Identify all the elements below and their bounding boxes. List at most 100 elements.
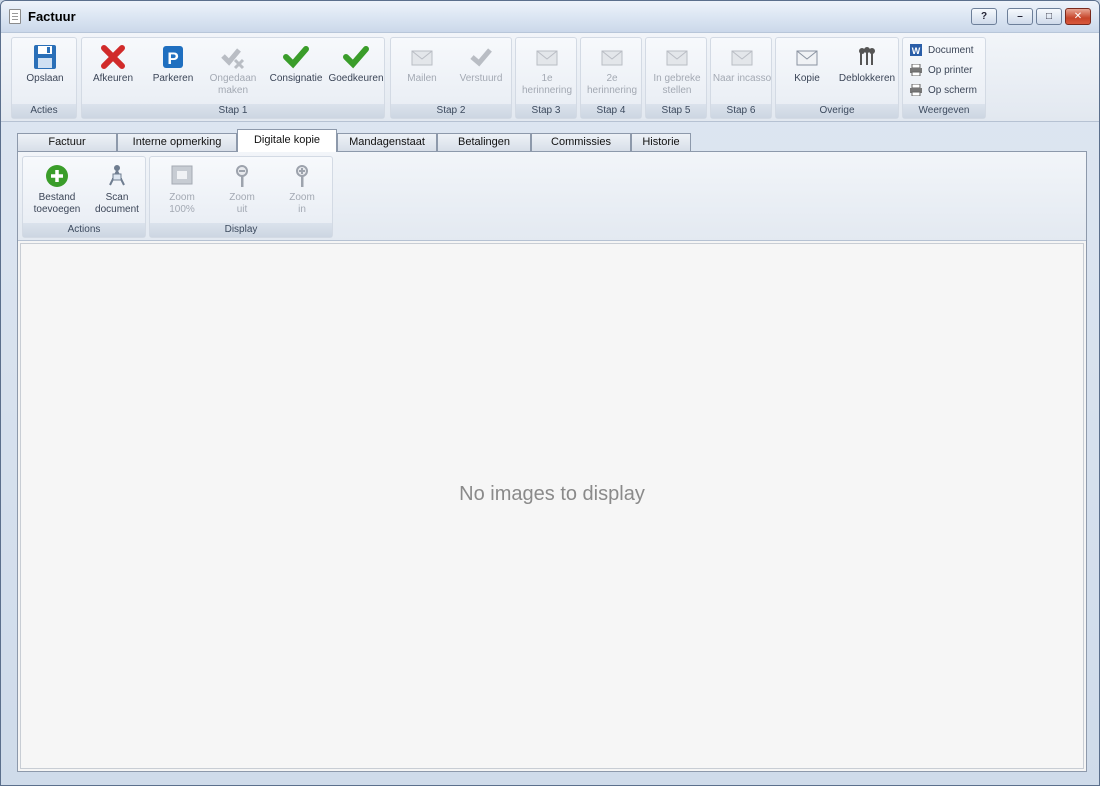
parking-icon: P (159, 44, 187, 70)
title-bar: Factuur ? – □ ✕ (1, 1, 1099, 33)
ribbon-group-acties: Opslaan Acties (11, 37, 77, 119)
add-file-button[interactable]: Bestand toevoegen (27, 161, 87, 216)
group-label-stap-4: Stap 4 (581, 104, 641, 118)
reject-label: Afkeuren (92, 73, 134, 84)
printer-icon (909, 83, 923, 97)
group-label-acties: Acties (12, 104, 76, 118)
help-button[interactable]: ? (971, 8, 997, 25)
default-notice-button[interactable]: In gebreke stellen (648, 42, 706, 97)
sent-button[interactable]: Verstuurd (453, 42, 509, 85)
zoom-out-label-2: uit (236, 204, 248, 215)
svg-text:P: P (167, 49, 178, 68)
undo-label-2: maken (217, 85, 248, 96)
tab-content-digitale-kopie: Bestand toevoegen Scan document Actions (17, 151, 1087, 772)
copy-label: Kopie (794, 73, 820, 84)
group-label-stap-5: Stap 5 (646, 104, 706, 118)
document-button[interactable]: W Document (909, 44, 974, 58)
consignment-label: Consignatie (269, 73, 323, 84)
scan-document-button[interactable]: Scan document (89, 161, 145, 216)
ribbon-group-stap-4: 2e herinnering Stap 4 (580, 37, 642, 119)
print-button[interactable]: Op printer (909, 63, 972, 78)
zoom-in-label-2: in (298, 204, 306, 215)
ribbon-group-stap-3: 1e herinnering Stap 3 (515, 37, 577, 119)
image-viewer[interactable]: No images to display (20, 243, 1084, 769)
word-document-icon: W (909, 44, 923, 57)
zoom-fit-icon (168, 163, 196, 189)
tab-betalingen[interactable]: Betalingen (437, 133, 531, 151)
save-label: Opslaan (26, 73, 64, 84)
save-button[interactable]: Opslaan (20, 42, 70, 85)
zoom-out-label-1: Zoom (229, 192, 255, 203)
zoom-out-button[interactable]: Zoom uit (214, 161, 270, 216)
invoice-window: Factuur ? – □ ✕ Opslaan Acties Afkeuren (0, 0, 1100, 786)
second-reminder-label-1: 2e (606, 73, 618, 84)
first-reminder-label-2: herinnering (521, 85, 573, 96)
park-label: Parkeren (152, 73, 194, 84)
zoom-100-label-2: 100% (169, 204, 195, 215)
sent-label: Verstuurd (459, 73, 503, 84)
collection-label: Naar incasso (712, 73, 772, 84)
mail-label: Mailen (407, 73, 437, 84)
tab-interne-opmerking[interactable]: Interne opmerking (117, 133, 237, 151)
tab-mandagenstaat[interactable]: Mandagenstaat (337, 133, 437, 151)
group-label-actions: Actions (23, 223, 145, 237)
copy-button[interactable]: Kopie (782, 42, 832, 85)
undo-button[interactable]: Ongedaan maken (206, 42, 260, 97)
toolbar-group-display: Zoom 100% Zoom uit Zoom in Display (149, 156, 333, 238)
tab-commissies[interactable]: Commissies (531, 133, 631, 151)
second-reminder-label-2: herinnering (586, 85, 638, 96)
toolbar-group-actions: Bestand toevoegen Scan document Actions (22, 156, 146, 238)
screen-preview-button[interactable]: Op scherm (909, 83, 977, 98)
ribbon-group-stap-1: Afkeuren P Parkeren Ongedaan maken Consi (81, 37, 385, 119)
group-label-stap-2: Stap 2 (391, 104, 511, 118)
zoom-100-label-1: Zoom (169, 192, 195, 203)
undo-check-icon (219, 44, 247, 70)
group-label-weergeven: Weergeven (903, 104, 985, 118)
park-button[interactable]: P Parkeren (148, 42, 198, 85)
envelope-icon (663, 44, 691, 70)
zoom-100-button[interactable]: Zoom 100% (154, 161, 210, 216)
maximize-button[interactable]: □ (1036, 8, 1062, 25)
tab-historie[interactable]: Historie (631, 133, 691, 151)
envelope-icon (533, 44, 561, 70)
scanner-icon (103, 163, 131, 189)
screen-preview-label: Op scherm (928, 85, 977, 96)
collection-button[interactable]: Naar incasso (712, 42, 772, 85)
unblock-button[interactable]: Deblokkeren (836, 42, 898, 85)
unblock-label: Deblokkeren (838, 73, 896, 84)
first-reminder-button[interactable]: 1e herinnering (518, 42, 576, 97)
scan-label-1: Scan (105, 192, 129, 203)
close-button[interactable]: ✕ (1065, 8, 1091, 25)
keys-icon (853, 44, 881, 70)
red-cross-icon (99, 44, 127, 70)
green-check-icon (282, 44, 310, 70)
tab-digitale-kopie[interactable]: Digitale kopie (237, 129, 337, 152)
ribbon-group-overige: Kopie Deblokkeren Overige (775, 37, 899, 119)
default-notice-label-1: In gebreke (653, 73, 701, 84)
mail-button[interactable]: Mailen (397, 42, 447, 85)
add-file-label-2: toevoegen (33, 204, 81, 215)
reject-button[interactable]: Afkeuren (88, 42, 138, 85)
approve-button[interactable]: Goedkeuren (328, 42, 384, 85)
default-notice-label-2: stellen (662, 85, 692, 96)
ribbon-group-weergeven: W Document Op printer Op scherm Weergeve… (902, 37, 986, 119)
tab-factuur[interactable]: Factuur (17, 133, 117, 151)
zoom-in-button[interactable]: Zoom in (274, 161, 330, 216)
zoom-in-label-1: Zoom (289, 192, 315, 203)
envelope-icon (408, 44, 436, 70)
window-title: Factuur (28, 9, 76, 24)
undo-label-1: Ongedaan (209, 73, 257, 84)
envelope-icon (598, 44, 626, 70)
approve-label: Goedkeuren (328, 73, 384, 84)
digital-copy-toolbar: Bestand toevoegen Scan document Actions (18, 152, 1086, 241)
second-reminder-button[interactable]: 2e herinnering (583, 42, 641, 97)
tab-bar: Factuur Interne opmerking Digitale kopie… (17, 129, 1087, 152)
floppy-disk-icon (31, 44, 59, 70)
ribbon-group-stap-5: In gebreke stellen Stap 5 (645, 37, 707, 119)
consignment-button[interactable]: Consignatie (266, 42, 326, 85)
green-check-icon (342, 44, 370, 70)
ribbon-group-stap-2: Mailen Verstuurd Stap 2 (390, 37, 512, 119)
minimize-button[interactable]: – (1007, 8, 1033, 25)
scan-label-2: document (95, 204, 139, 215)
envelope-icon (793, 44, 821, 70)
